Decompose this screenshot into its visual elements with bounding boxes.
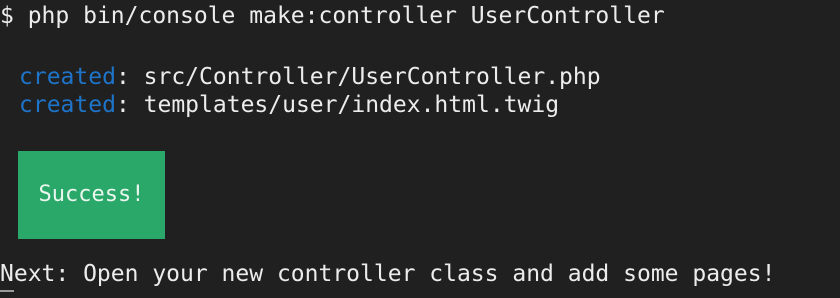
success-badge: Success! (18, 151, 165, 239)
output-separator: : (115, 64, 144, 90)
next-steps-message: Next: Open your new controller class and… (0, 261, 776, 287)
output-line-created-template: created: templates/user/index.html.twig (19, 91, 559, 119)
created-file-path: src/Controller/UserController.php (143, 64, 601, 90)
created-file-path: templates/user/index.html.twig (143, 92, 560, 118)
output-line-created-controller: created: src/Controller/UserController.p… (19, 63, 601, 91)
terminal-cursor (0, 290, 14, 298)
terminal-window: $ php bin/console make:controller UserCo… (0, 0, 840, 298)
created-tag: created (19, 64, 116, 90)
output-separator: : (115, 92, 144, 118)
command-line: $ php bin/console make:controller UserCo… (0, 3, 665, 29)
success-label: Success! (38, 182, 145, 207)
created-tag: created (19, 92, 116, 118)
